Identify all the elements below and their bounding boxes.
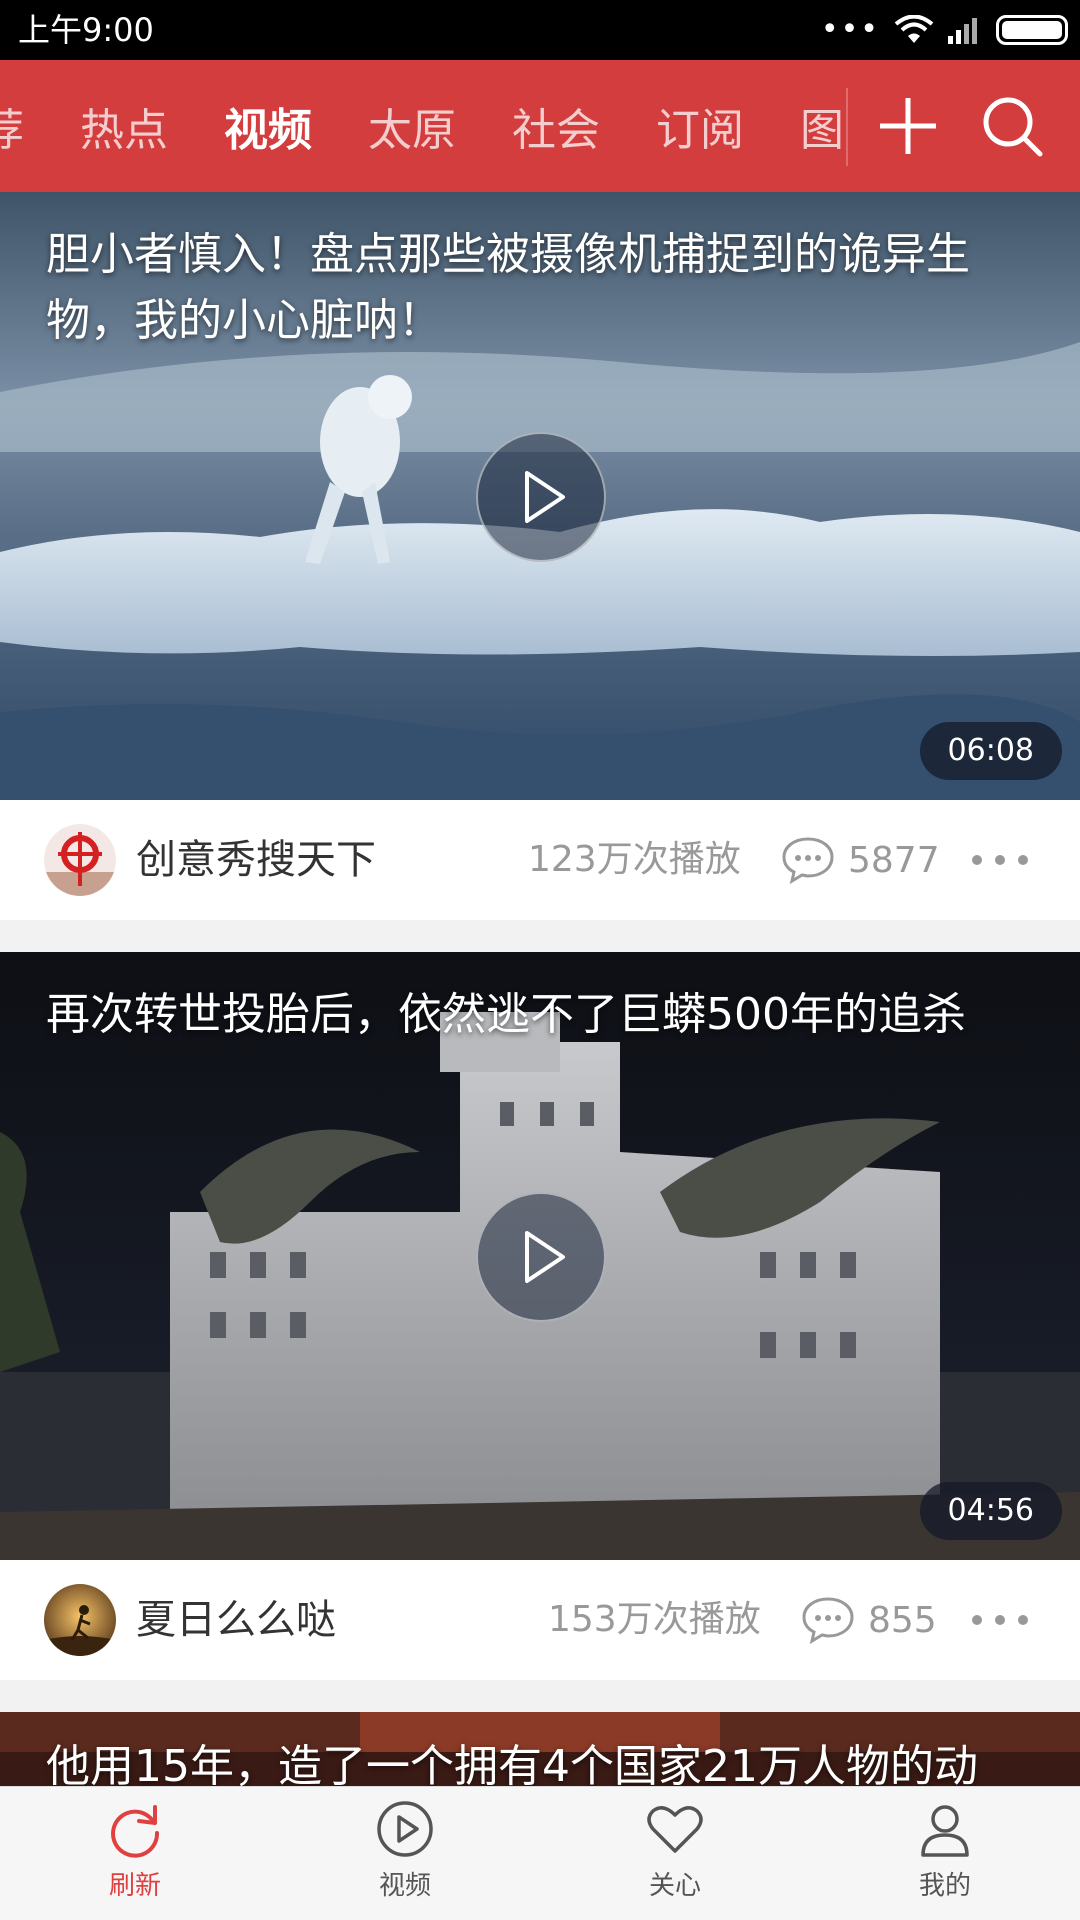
- video-thumbnail[interactable]: 再次转世投胎后，依然逃不了巨蟒500年的追杀 04:56: [0, 952, 1080, 1560]
- video-title[interactable]: 胆小者慎入！盘点那些被摄像机捕捉到的诡异生物，我的小心脏呐！: [46, 222, 1040, 354]
- video-thumbnail[interactable]: 他用15年，造了一个拥有4个国家21万人物的动: [0, 1712, 1080, 1786]
- avatar[interactable]: [44, 1584, 116, 1656]
- nav-care[interactable]: 关心: [540, 1787, 810, 1920]
- battery-icon: [996, 15, 1068, 45]
- video-title[interactable]: 他用15年，造了一个拥有4个国家21万人物的动: [46, 1734, 1040, 1786]
- play-icon: [525, 471, 565, 523]
- wifi-icon: [894, 15, 934, 43]
- video-meta: 创意秀搜天下 123万次播放 5877: [0, 800, 1080, 920]
- play-count: 123万次播放: [528, 839, 741, 880]
- avatar-image: [44, 1584, 116, 1656]
- video-duration: 06:08: [919, 722, 1062, 780]
- comment-button[interactable]: 5877: [780, 830, 940, 890]
- author-name[interactable]: 创意秀搜天下: [136, 830, 376, 890]
- channel-bar: 荐热点 视频 太原 社会 订阅图: [0, 60, 1080, 192]
- channel-tab[interactable]: 订阅: [656, 94, 744, 158]
- nav-label: 我的: [918, 1871, 971, 1901]
- comment-icon: [802, 1597, 854, 1645]
- avatar-image: [44, 824, 116, 896]
- nav-label: 视频: [378, 1871, 431, 1901]
- play-icon: [525, 1231, 565, 1283]
- plus-icon[interactable]: [872, 90, 944, 162]
- video-card[interactable]: 他用15年，造了一个拥有4个国家21万人物的动: [0, 1712, 1080, 1786]
- more-options-icon[interactable]: [972, 830, 1028, 890]
- signal-icon: [948, 18, 977, 44]
- channel-tab[interactable]: 太原: [368, 94, 456, 158]
- nav-label: 刷新: [108, 1871, 161, 1901]
- video-play-icon: [377, 1801, 433, 1857]
- nav-video[interactable]: 视频: [270, 1787, 540, 1920]
- nav-refresh[interactable]: 刷新: [0, 1787, 270, 1920]
- play-button[interactable]: [476, 1192, 606, 1322]
- video-title[interactable]: 再次转世投胎后，依然逃不了巨蟒500年的追杀: [46, 982, 1040, 1048]
- video-thumbnail[interactable]: 胆小者慎入！盘点那些被摄像机捕捉到的诡异生物，我的小心脏呐！ 06:08: [0, 192, 1080, 800]
- channel-tab[interactable]: 社会: [512, 94, 600, 158]
- channel-tab[interactable]: 荐: [0, 94, 24, 158]
- video-card[interactable]: 胆小者慎入！盘点那些被摄像机捕捉到的诡异生物，我的小心脏呐！ 06:08 创意秀…: [0, 192, 1080, 920]
- user-icon: [921, 1805, 969, 1857]
- video-duration: 04:56: [919, 1482, 1062, 1540]
- search-icon[interactable]: [976, 90, 1048, 162]
- notification-dots-icon: •••: [820, 12, 880, 47]
- video-card[interactable]: 再次转世投胎后，依然逃不了巨蟒500年的追杀 04:56 夏日么么哒 153万次…: [0, 952, 1080, 1680]
- comment-icon: [782, 837, 834, 885]
- nav-me[interactable]: 我的: [810, 1787, 1080, 1920]
- avatar[interactable]: [44, 824, 116, 896]
- refresh-icon: [111, 1805, 160, 1858]
- play-count: 153万次播放: [548, 1599, 761, 1640]
- more-options-icon[interactable]: [972, 1590, 1028, 1650]
- status-time: 上午9:00: [18, 11, 154, 49]
- status-icons: •••: [821, 12, 1068, 48]
- channel-tab[interactable]: 视频: [224, 94, 312, 158]
- channel-tab[interactable]: 热点: [80, 94, 168, 158]
- status-bar: 上午9:00 •••: [0, 0, 1080, 60]
- comment-count: 5877: [848, 839, 940, 881]
- channel-tabs: 荐热点 视频 太原 社会 订阅图: [0, 60, 900, 192]
- comment-button[interactable]: 855: [800, 1590, 937, 1650]
- comment-count: 855: [868, 1599, 937, 1641]
- heart-icon: [647, 1806, 703, 1853]
- bottom-nav: 刷新 视频 关心 我的: [0, 1786, 1080, 1920]
- video-meta: 夏日么么哒 153万次播放 855: [0, 1560, 1080, 1680]
- tab-divider: [846, 88, 848, 166]
- play-button[interactable]: [476, 432, 606, 562]
- nav-label: 关心: [648, 1871, 701, 1901]
- channel-tab[interactable]: 图: [800, 94, 844, 158]
- author-name[interactable]: 夏日么么哒: [136, 1590, 336, 1650]
